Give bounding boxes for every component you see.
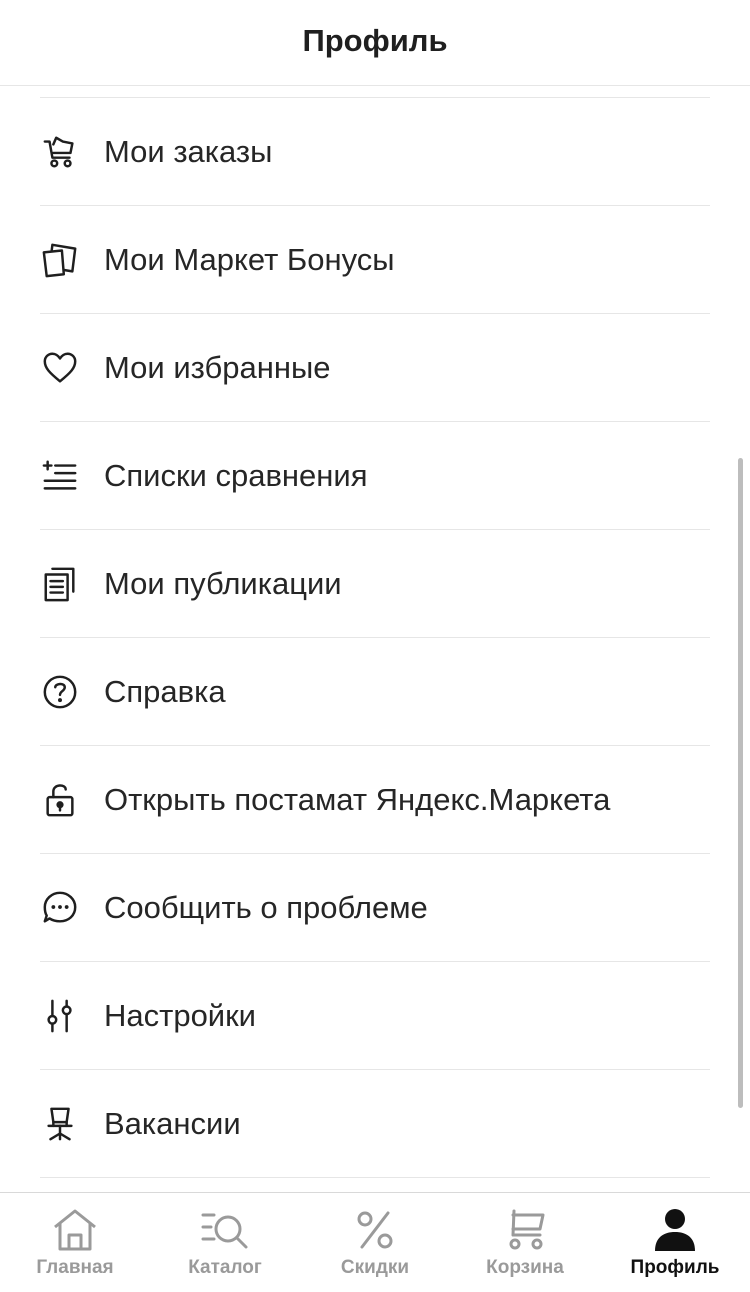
profile-menu: Мои заказы Мои Маркет Бонусы Мои избранн… xyxy=(40,97,710,1178)
cart-icon xyxy=(500,1207,550,1253)
menu-item-bonuses[interactable]: Мои Маркет Бонусы xyxy=(40,206,710,314)
tab-label: Каталог xyxy=(188,1257,262,1278)
bottom-tab-bar: Главная Каталог Скидки Корзина Профиль xyxy=(0,1192,750,1292)
profile-icon xyxy=(650,1207,700,1253)
menu-item-label: Настройки xyxy=(104,997,257,1033)
tab-discounts[interactable]: Скидки xyxy=(300,1193,450,1292)
unlock-icon xyxy=(40,780,80,820)
tab-profile[interactable]: Профиль xyxy=(600,1193,750,1292)
menu-item-publications[interactable]: Мои публикации xyxy=(40,530,710,638)
cart-icon xyxy=(40,132,80,172)
help-icon xyxy=(40,672,80,712)
tab-cart[interactable]: Корзина xyxy=(450,1193,600,1292)
bonus-cards-icon xyxy=(40,240,80,280)
menu-item-label: Мои Маркет Бонусы xyxy=(104,241,395,277)
tab-home[interactable]: Главная xyxy=(0,1193,150,1292)
menu-item-vacancies[interactable]: Вакансии xyxy=(40,1070,710,1178)
tab-catalog[interactable]: Каталог xyxy=(150,1193,300,1292)
publications-icon xyxy=(40,564,80,604)
menu-item-label: Мои публикации xyxy=(104,565,342,601)
menu-item-orders[interactable]: Мои заказы xyxy=(40,98,710,206)
app-header: Профиль xyxy=(0,0,750,86)
menu-item-favorites[interactable]: Мои избранные xyxy=(40,314,710,422)
menu-item-label: Сообщить о проблеме xyxy=(104,889,428,925)
percent-icon xyxy=(350,1207,400,1253)
menu-item-label: Мои избранные xyxy=(104,349,331,385)
menu-item-settings[interactable]: Настройки xyxy=(40,962,710,1070)
office-chair-icon xyxy=(40,1104,80,1144)
menu-item-help[interactable]: Справка xyxy=(40,638,710,746)
tab-label: Корзина xyxy=(486,1257,564,1278)
menu-item-open-postamat[interactable]: Открыть постамат Яндекс.Маркета xyxy=(40,746,710,854)
catalog-search-icon xyxy=(200,1207,250,1253)
menu-item-label: Мои заказы xyxy=(104,133,273,169)
menu-item-report-problem[interactable]: Сообщить о проблеме xyxy=(40,854,710,962)
home-icon xyxy=(50,1207,100,1253)
menu-item-compare[interactable]: Списки сравнения xyxy=(40,422,710,530)
scrollbar[interactable] xyxy=(738,458,743,1108)
heart-icon xyxy=(40,348,80,388)
menu-item-label: Справка xyxy=(104,673,226,709)
tab-label: Скидки xyxy=(340,1257,410,1278)
tab-label: Главная xyxy=(36,1257,114,1278)
compare-list-icon xyxy=(40,456,80,496)
tab-label: Профиль xyxy=(630,1257,720,1278)
menu-item-label: Вакансии xyxy=(104,1105,241,1141)
chat-icon xyxy=(40,888,80,928)
menu-item-label: Списки сравнения xyxy=(104,457,368,493)
page-title: Профиль xyxy=(302,22,448,58)
menu-item-label: Открыть постамат Яндекс.Маркета xyxy=(104,781,611,817)
settings-sliders-icon xyxy=(40,996,80,1036)
